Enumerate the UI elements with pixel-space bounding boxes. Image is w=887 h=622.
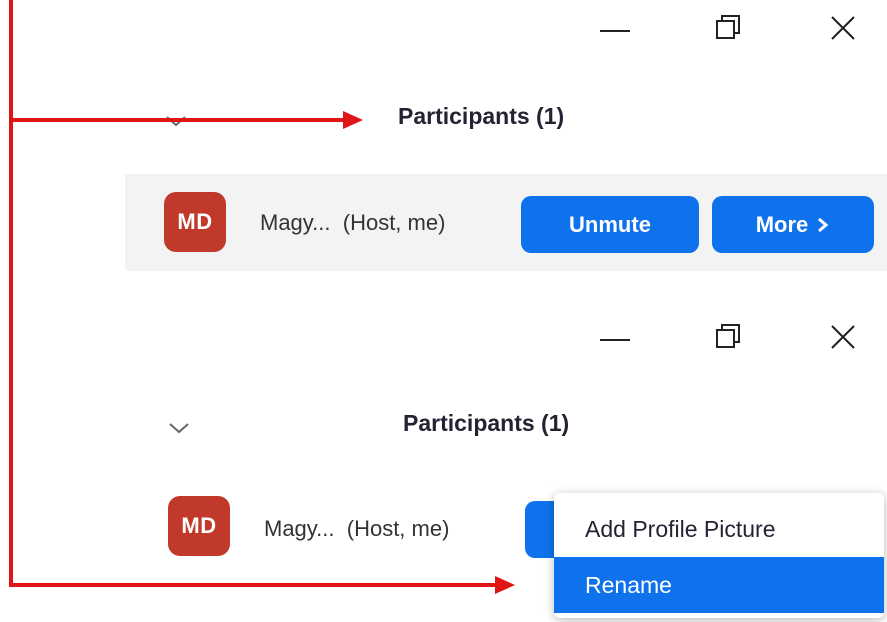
restore-button[interactable] [712,318,752,358]
annotation-arrow-line-bottom [9,583,497,587]
restore-icon [716,324,740,348]
close-icon [831,325,855,349]
context-menu: Add Profile Picture Rename [554,493,884,618]
avatar: MD [164,192,226,252]
arrow-right-icon [343,111,363,129]
participant-display-name: Magy... [260,210,331,235]
minimize-icon [600,339,630,341]
menu-item-add-profile-picture[interactable]: Add Profile Picture [554,501,884,557]
more-button[interactable]: More [712,196,874,253]
menu-item-rename[interactable]: Rename [554,557,884,613]
more-button-label: More [755,211,809,237]
arrow-right-icon [495,576,515,594]
participants-title: Participants (1) [403,410,570,436]
close-button[interactable] [826,9,866,49]
participant-name: Magy... (Host, me) [264,516,449,542]
participants-title: Participants (1) [398,103,565,129]
chevron-right-icon [818,217,829,232]
close-button[interactable] [826,318,866,358]
restore-icon [716,15,740,39]
annotation-arrow-line-top [9,118,345,122]
restore-button[interactable] [712,9,752,49]
close-icon [831,16,855,40]
unmute-button[interactable]: Unmute [521,196,699,253]
avatar: MD [168,496,230,556]
minimize-button[interactable] [596,318,636,358]
participant-display-name: Magy... [264,516,335,541]
participant-role: (Host, me) [342,210,446,235]
collapse-chevron-button[interactable] [167,415,191,439]
participant-name: Magy... (Host, me) [260,210,445,236]
annotation-vertical-line [9,0,13,587]
participant-role: (Host, me) [346,516,450,541]
minimize-icon [600,30,630,32]
minimize-button[interactable] [596,9,636,49]
chevron-down-icon [169,423,189,434]
